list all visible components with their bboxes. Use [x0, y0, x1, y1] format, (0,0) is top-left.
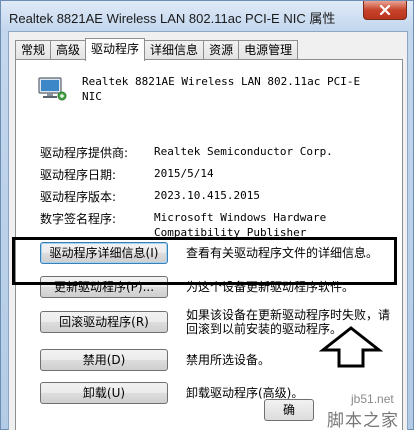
device-name: Realtek 8821AE Wireless LAN 802.11ac PCI…: [82, 75, 361, 103]
driver-provider-label: 驱动程序提供商:: [40, 146, 129, 160]
roll-back-highlight-box: [12, 237, 397, 285]
driver-date-label: 驱动程序日期:: [40, 168, 117, 182]
uninstall-button[interactable]: 卸载(U): [40, 382, 168, 404]
tab-advanced[interactable]: 高级: [50, 40, 87, 60]
driver-version-value: 2023.10.415.2015: [154, 189, 260, 202]
title-bar[interactable]: Realtek 8821AE Wireless LAN 802.11ac PCI…: [1, 1, 413, 31]
watermark-site-name: 脚本之家: [327, 411, 399, 430]
ok-button[interactable]: 确: [264, 399, 314, 421]
driver-version-label: 驱动程序版本:: [40, 190, 117, 204]
window-title: Realtek 8821AE Wireless LAN 802.11ac PCI…: [9, 11, 336, 26]
close-icon: [379, 5, 391, 15]
digital-signer-label: 数字签名程序:: [40, 212, 117, 226]
tab-strip: 常规 高级 驱动程序 详细信息 资源 电源管理: [15, 38, 299, 61]
roll-back-driver-button[interactable]: 回滚驱动程序(R): [40, 311, 168, 333]
digital-signer-value: Microsoft Windows Hardware Compatibility…: [154, 211, 327, 239]
network-adapter-icon: [38, 77, 67, 101]
watermark-url: jb51.net: [351, 392, 394, 406]
properties-window: Realtek 8821AE Wireless LAN 802.11ac PCI…: [0, 0, 414, 430]
up-arrow-annotation-icon: [319, 326, 383, 368]
dialog-client-area: 常规 高级 驱动程序 详细信息 资源 电源管理 Realtek 8821AE W…: [8, 31, 408, 430]
tab-resources[interactable]: 资源: [203, 40, 240, 60]
tab-details[interactable]: 详细信息: [144, 40, 205, 60]
driver-date-value: 2015/5/14: [154, 167, 214, 180]
disable-button[interactable]: 禁用(D): [40, 349, 168, 371]
tab-power-management[interactable]: 电源管理: [238, 40, 299, 60]
tab-general[interactable]: 常规: [15, 40, 52, 60]
driver-provider-value: Realtek Semiconductor Corp.: [154, 145, 333, 158]
close-button[interactable]: [363, 1, 407, 20]
tab-driver[interactable]: 驱动程序: [85, 38, 146, 61]
